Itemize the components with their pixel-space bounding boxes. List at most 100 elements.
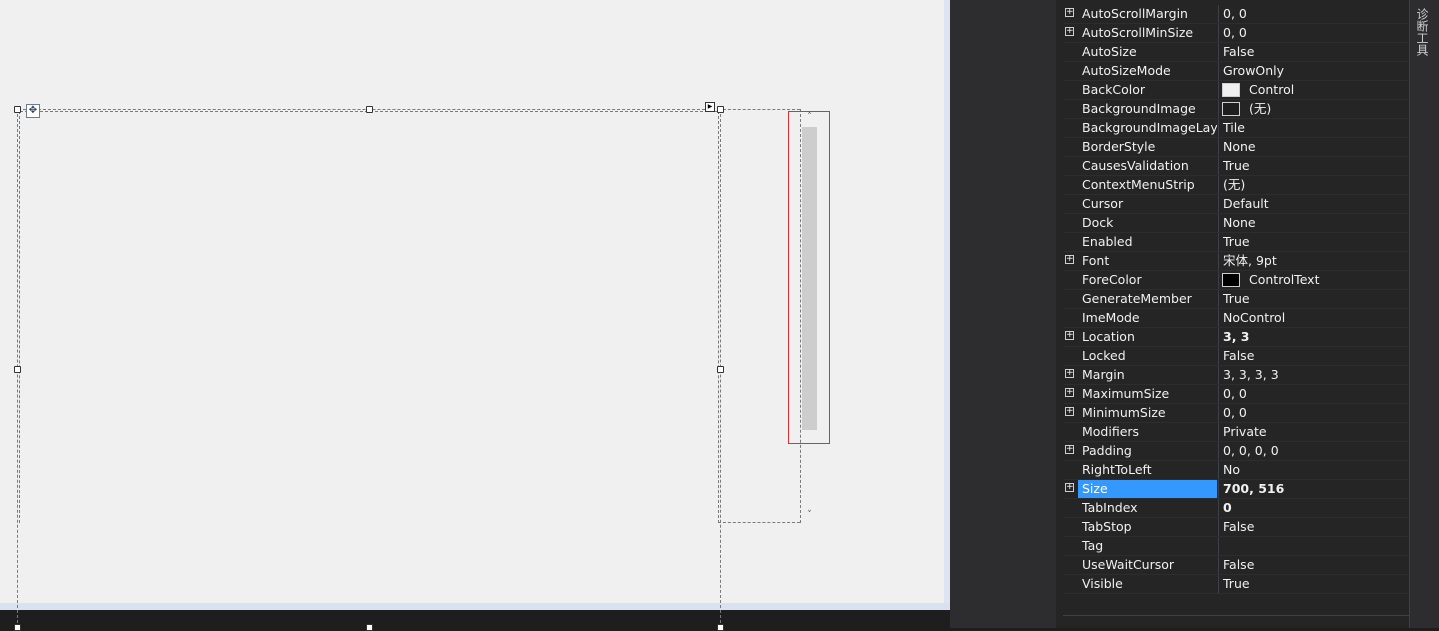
color-swatch [1222, 273, 1240, 287]
property-value[interactable]: False [1223, 518, 1254, 536]
panel-border-top [718, 109, 800, 110]
property-row[interactable]: Visible True [1063, 575, 1409, 594]
property-value[interactable]: 3, 3, 3, 3 [1223, 366, 1279, 384]
property-row[interactable]: + AutoScrollMargin 0, 0 [1063, 5, 1409, 24]
property-row[interactable]: + AutoScrollMinSize 0, 0 [1063, 24, 1409, 43]
property-value[interactable]: 700, 516 [1223, 480, 1284, 498]
resize-handle-left[interactable] [14, 366, 21, 373]
property-row[interactable]: ImeMode NoControl [1063, 309, 1409, 328]
property-name: ForeColor [1082, 272, 1142, 287]
property-row[interactable]: UseWaitCursor False [1063, 556, 1409, 575]
property-row[interactable]: + Margin 3, 3, 3, 3 [1063, 366, 1409, 385]
resize-handle-top-left[interactable] [14, 106, 21, 113]
property-value[interactable]: Private [1223, 423, 1267, 441]
property-name: MinimumSize [1082, 405, 1166, 420]
property-value[interactable]: 宋体, 9pt [1223, 252, 1277, 270]
property-row[interactable]: AutoSizeMode GrowOnly [1063, 62, 1409, 81]
property-value[interactable]: True [1223, 157, 1250, 175]
property-row[interactable]: GenerateMember True [1063, 290, 1409, 309]
property-value[interactable]: 0, 0 [1223, 385, 1247, 403]
property-row[interactable]: + MaximumSize 0, 0 [1063, 385, 1409, 404]
property-row[interactable]: Dock None [1063, 214, 1409, 233]
property-name: ImeMode [1082, 310, 1140, 325]
property-row[interactable]: BackColor Control [1063, 81, 1409, 100]
property-grid[interactable]: + AutoScrollMargin 0, 0 + AutoScrollMinSize 0… [1063, 5, 1409, 594]
property-row[interactable]: + Size 700, 516 [1063, 480, 1409, 499]
property-value[interactable]: True [1223, 575, 1250, 593]
property-value[interactable]: No [1223, 461, 1240, 479]
property-value[interactable]: 0 [1223, 499, 1232, 517]
expand-plus-icon[interactable]: + [1065, 483, 1074, 492]
property-value[interactable]: True [1223, 233, 1250, 251]
property-value[interactable]: (无) [1223, 176, 1245, 194]
side-tab-label[interactable]: 诊断工具 [1415, 8, 1431, 56]
property-row[interactable]: Modifiers Private [1063, 423, 1409, 442]
column-separator [1218, 404, 1219, 422]
property-value[interactable]: Tile [1223, 119, 1245, 137]
property-name: Tag [1082, 538, 1104, 553]
expand-plus-icon[interactable]: + [1065, 407, 1074, 416]
expand-plus-icon[interactable]: + [1065, 369, 1074, 378]
property-row[interactable]: BackgroundImage (无) [1063, 100, 1409, 119]
property-value[interactable]: 0, 0 [1223, 24, 1247, 42]
property-row[interactable]: Enabled True [1063, 233, 1409, 252]
property-value[interactable]: GrowOnly [1223, 62, 1284, 80]
property-row[interactable]: + MinimumSize 0, 0 [1063, 404, 1409, 423]
property-value[interactable]: (无) [1249, 100, 1271, 118]
smart-tag-arrow-icon[interactable]: ▶ [705, 102, 715, 112]
property-value[interactable]: Control [1249, 81, 1294, 99]
property-row[interactable]: AutoSize False [1063, 43, 1409, 62]
property-value[interactable]: None [1223, 214, 1256, 232]
property-name: BackgroundImageLayout [1082, 120, 1217, 135]
scrollbar-thumb[interactable] [802, 127, 817, 430]
property-value[interactable]: False [1223, 347, 1254, 365]
resize-handle-top-right[interactable] [717, 106, 724, 113]
property-row[interactable]: + Location 3, 3 [1063, 328, 1409, 347]
expand-plus-icon[interactable]: + [1065, 8, 1074, 17]
expand-plus-icon[interactable]: + [1065, 255, 1074, 264]
property-row[interactable]: RightToLeft No [1063, 461, 1409, 480]
property-row[interactable]: + Font 宋体, 9pt [1063, 252, 1409, 271]
property-value[interactable]: NoControl [1223, 309, 1285, 327]
column-separator [1218, 119, 1219, 137]
resize-handle-right[interactable] [717, 366, 724, 373]
property-row[interactable]: Tag [1063, 537, 1409, 556]
property-value[interactable]: False [1223, 43, 1254, 61]
property-row[interactable]: BorderStyle None [1063, 138, 1409, 157]
column-separator [1218, 309, 1219, 327]
property-value[interactable]: None [1223, 138, 1256, 156]
property-name: RightToLeft [1082, 462, 1152, 477]
property-row[interactable]: ForeColor ControlText [1063, 271, 1409, 290]
property-row[interactable]: TabIndex 0 [1063, 499, 1409, 518]
property-row[interactable]: Cursor Default [1063, 195, 1409, 214]
expand-plus-icon[interactable]: + [1065, 388, 1074, 397]
property-value[interactable]: 0, 0, 0, 0 [1223, 442, 1279, 460]
move-arrows-icon[interactable]: ✥ [26, 104, 40, 118]
scroll-up-arrow-icon[interactable]: ˄ [802, 110, 817, 124]
property-value[interactable]: 3, 3 [1223, 328, 1250, 346]
expand-plus-icon[interactable]: + [1065, 27, 1074, 36]
property-row[interactable]: BackgroundImageLayout Tile [1063, 119, 1409, 138]
property-value[interactable]: True [1223, 290, 1250, 308]
property-name: AutoScrollMargin [1082, 6, 1188, 21]
property-value[interactable]: 0, 0 [1223, 404, 1247, 422]
expand-plus-icon[interactable]: + [1065, 445, 1074, 454]
property-value[interactable]: Default [1223, 195, 1269, 213]
resize-handle-top[interactable] [366, 106, 373, 113]
property-row[interactable]: ContextMenuStrip (无) [1063, 176, 1409, 195]
side-tool-tab[interactable] [1410, 0, 1439, 628]
property-row[interactable]: TabStop False [1063, 518, 1409, 537]
column-separator [1218, 385, 1219, 403]
property-value[interactable]: ControlText [1249, 271, 1319, 289]
property-row[interactable]: + Padding 0, 0, 0, 0 [1063, 442, 1409, 461]
property-value[interactable]: 0, 0 [1223, 5, 1247, 23]
property-name: AutoSizeMode [1082, 63, 1171, 78]
property-row[interactable]: CausesValidation True [1063, 157, 1409, 176]
expand-plus-icon[interactable]: + [1065, 331, 1074, 340]
property-value[interactable]: False [1223, 556, 1254, 574]
property-name: Size [1078, 480, 1217, 498]
scroll-down-arrow-icon[interactable]: ˅ [802, 508, 817, 522]
property-row[interactable]: Locked False [1063, 347, 1409, 366]
property-name: Margin [1082, 367, 1125, 382]
column-separator [1218, 195, 1219, 213]
